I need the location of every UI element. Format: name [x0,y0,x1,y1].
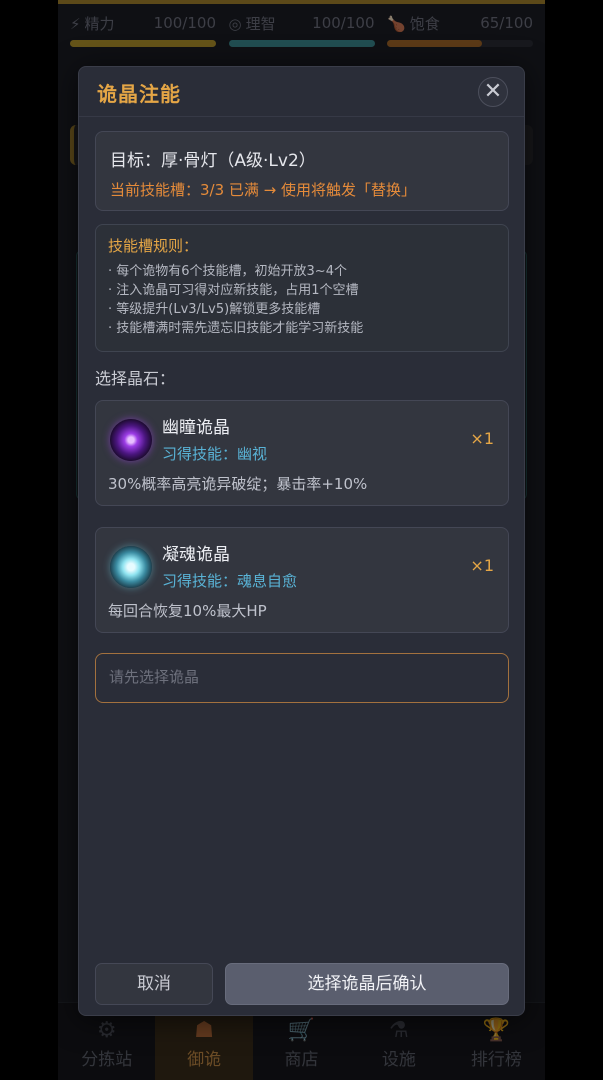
crystal-description: 每回合恢复10%最大HP [108,602,267,620]
crystal-count: ×1 [470,556,494,575]
rule-item: · 注入诡晶可习得对应新技能，占用1个空槽 [108,283,359,298]
crystal-count: ×1 [470,429,494,448]
crystal-option-youtong[interactable]: 幽瞳诡晶 习得技能：幽视 30%概率高亮诡异破绽；暴击率+10% ×1 [95,400,509,506]
rule-item: · 等级提升(Lv3/Lv5)解锁更多技能槽 [108,302,321,317]
dialog-title: 诡晶注能 [97,82,181,106]
purple-crystal-icon [110,419,152,461]
cancel-button[interactable]: 取消 [95,963,213,1005]
crystal-option-ninghun[interactable]: 凝魂诡晶 习得技能：魂息自愈 每回合恢复10%最大HP ×1 [95,527,509,633]
rule-item: · 技能槽满时需先遗忘旧技能才能学习新技能 [108,321,364,336]
selected-crystal-field[interactable]: 请先选择诡晶 [95,653,509,703]
select-crystal-label: 选择晶石： [95,369,176,388]
crystal-skill: 习得技能：魂息自愈 [162,572,298,590]
target-card: 目标：厚·骨灯（A级·Lv2） 当前技能槽：3/3 已满 → 使用将触发「替换」 [95,131,509,211]
target-info: 目标：厚·骨灯（A级·Lv2） [110,151,316,171]
crystal-infusion-dialog: 诡晶注能 ✕ 目标：厚·骨灯（A级·Lv2） 当前技能槽：3/3 已满 → 使用… [78,66,525,1016]
rule-item: · 每个诡物有6个技能槽，初始开放3~4个 [108,264,347,279]
skill-slot-rules: 技能槽规则： · 每个诡物有6个技能槽，初始开放3~4个 · 注入诡晶可习得对应… [95,224,509,352]
crystal-skill: 习得技能：幽视 [162,445,268,463]
crystal-name: 幽瞳诡晶 [162,418,230,438]
cyan-crystal-icon [110,546,152,588]
close-button[interactable]: ✕ [478,77,508,107]
crystal-name: 凝魂诡晶 [162,545,230,565]
crystal-description: 30%概率高亮诡异破绽；暴击率+10% [108,475,368,493]
skill-slot-warning: 当前技能槽：3/3 已满 → 使用将触发「替换」 [110,181,417,199]
dialog-header: 诡晶注能 ✕ [79,67,524,117]
rules-title: 技能槽规则： [108,237,199,255]
confirm-button[interactable]: 选择诡晶后确认 [225,963,509,1005]
